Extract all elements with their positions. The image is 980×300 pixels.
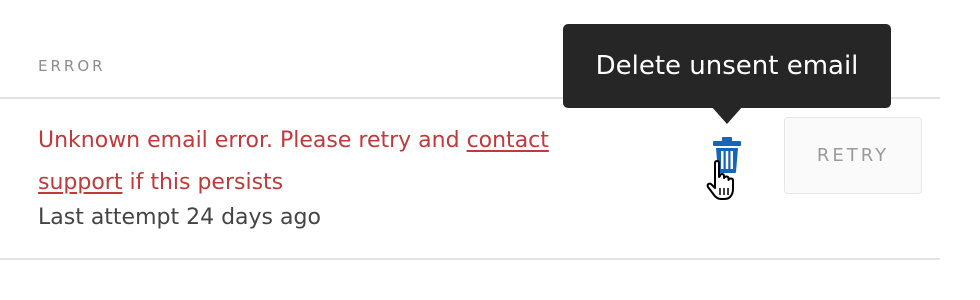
error-message-text: Unknown email error. Please retry and xyxy=(38,128,467,153)
error-message-suffix: if this persists xyxy=(122,170,284,195)
last-attempt-text: Last attempt 24 days ago xyxy=(38,205,321,230)
error-message: Unknown email error. Please retry and co… xyxy=(38,120,558,204)
delete-tooltip: Delete unsent email xyxy=(563,24,891,108)
error-column-header: ERROR xyxy=(38,57,106,75)
email-error-panel: ERROR Unknown email error. Please retry … xyxy=(0,0,980,300)
tooltip-text: Delete unsent email xyxy=(595,51,859,81)
tooltip-arrow xyxy=(711,106,743,124)
retry-button[interactable]: RETRY xyxy=(784,117,922,194)
hand-pointer-cursor xyxy=(706,160,734,200)
row-divider xyxy=(0,258,940,260)
